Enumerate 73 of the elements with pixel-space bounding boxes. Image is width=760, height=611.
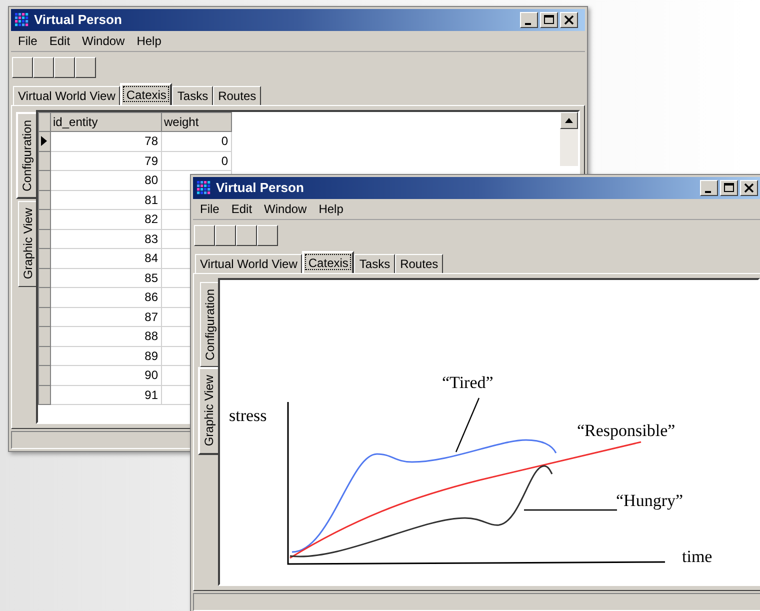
column-header[interactable]: id_entity — [50, 112, 162, 132]
tab[interactable]: Tasks — [354, 254, 396, 273]
menu-item[interactable]: Help — [314, 200, 348, 218]
table-cell: 0 — [162, 151, 232, 170]
menu-item[interactable]: Window — [259, 200, 312, 218]
table-cell: 0 — [162, 132, 232, 151]
table-cell: 85 — [50, 268, 162, 288]
up-arrow-icon — [565, 118, 573, 123]
tab[interactable]: Routes — [395, 254, 444, 273]
table-cell: 84 — [50, 248, 162, 268]
toolbar-button[interactable] — [33, 56, 54, 78]
pointer-icon — [40, 136, 48, 146]
column-header[interactable]: weight — [162, 112, 232, 132]
window-title: Virtual Person — [34, 11, 123, 30]
minimize-button[interactable] — [700, 180, 718, 196]
axis-label: time — [682, 547, 712, 566]
table-cell: 82 — [50, 210, 162, 229]
leader-line — [455, 398, 480, 452]
window-title: Virtual Person — [216, 179, 305, 198]
maximize-button[interactable] — [540, 12, 558, 28]
table-cell: 88 — [50, 326, 162, 346]
side-tab[interactable]: Configuration — [16, 112, 36, 200]
toolbar-button[interactable] — [257, 224, 278, 246]
curve-label: “Hungry” — [616, 491, 684, 510]
table-cell: 90 — [50, 366, 162, 385]
toolbar-button[interactable] — [215, 224, 236, 246]
close-icon — [564, 15, 574, 25]
axis-label: stress — [229, 406, 267, 425]
table-cell: 87 — [50, 307, 162, 326]
side-tab[interactable]: Graphic View — [18, 201, 36, 287]
row-indicator[interactable] — [38, 132, 50, 151]
table-cell: 89 — [50, 346, 162, 366]
app-icon — [196, 180, 212, 196]
minimize-button[interactable] — [520, 12, 538, 28]
table-cell: 79 — [50, 151, 162, 170]
tab[interactable]: Virtual World View — [195, 254, 302, 273]
toolbar-button[interactable] — [75, 56, 96, 78]
table-cell: 91 — [50, 385, 162, 404]
close-icon — [744, 183, 754, 193]
curve-label: “Tired” — [442, 373, 494, 392]
menu-item[interactable]: Edit — [226, 200, 258, 218]
toolbar-button[interactable] — [54, 56, 75, 78]
table-cell: 83 — [50, 229, 162, 248]
table-cell: 80 — [50, 170, 162, 190]
toolbar-button[interactable] — [194, 224, 215, 246]
menu-item[interactable]: Edit — [44, 32, 76, 50]
table-cell: 86 — [50, 288, 162, 307]
close-button[interactable] — [560, 12, 578, 28]
close-button[interactable] — [740, 180, 758, 196]
tab[interactable]: Catexis — [302, 251, 354, 273]
side-tab[interactable]: Configuration — [200, 282, 218, 368]
scrollbar[interactable] — [560, 112, 578, 166]
maximize-icon — [544, 15, 554, 25]
menu-item[interactable]: Help — [132, 32, 166, 50]
tab[interactable]: Catexis — [120, 83, 172, 105]
maximize-icon — [724, 183, 734, 193]
menu-item[interactable]: File — [13, 32, 42, 50]
tab[interactable]: Tasks — [172, 86, 214, 105]
toolbar-button[interactable] — [236, 224, 257, 246]
table-cell: 78 — [50, 132, 162, 151]
app-icon — [14, 12, 30, 28]
table-cell: 81 — [50, 190, 162, 210]
side-tab[interactable]: Graphic View — [198, 367, 218, 455]
scroll-up-button[interactable] — [560, 112, 578, 129]
menu-item[interactable]: Window — [77, 32, 130, 50]
curve-label: “Responsible” — [577, 421, 676, 440]
tab[interactable]: Routes — [213, 86, 262, 105]
tab[interactable]: Virtual World View — [13, 86, 120, 105]
toolbar-button[interactable] — [12, 56, 33, 78]
menu-item[interactable]: File — [195, 200, 224, 218]
minimize-icon — [525, 22, 531, 24]
minimize-icon — [705, 190, 711, 192]
maximize-button[interactable] — [720, 180, 738, 196]
